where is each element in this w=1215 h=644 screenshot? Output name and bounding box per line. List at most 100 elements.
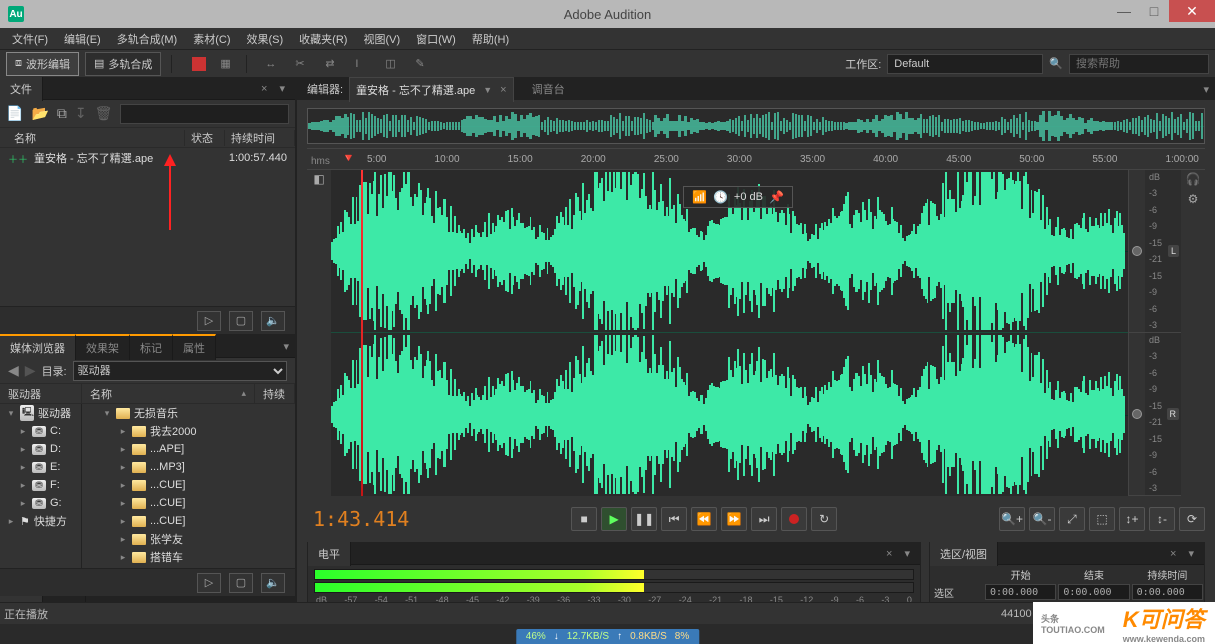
fastfwd-button[interactable]: ⏩	[721, 507, 747, 531]
close-file-icon[interactable]: ↧	[75, 105, 87, 122]
folder-row[interactable]: ▸...CUE]	[82, 494, 295, 512]
tab-properties[interactable]: 属性	[173, 334, 216, 360]
folder-row[interactable]: ▸...APE]	[82, 440, 295, 458]
waveform-canvas[interactable]: 📶 🕓 +0 dB 📌	[331, 170, 1129, 496]
overview-waveform[interactable]	[307, 108, 1205, 144]
settings-icon[interactable]: ⚙	[1188, 192, 1199, 206]
sel-start[interactable]: 0:00.000	[985, 584, 1056, 600]
close-button[interactable]: ✕	[1169, 0, 1215, 22]
tab-levels[interactable]: 电平	[308, 542, 351, 566]
folder-row[interactable]: ▸...CUE]	[82, 512, 295, 530]
menu-help[interactable]: 帮助(H)	[466, 29, 515, 49]
zoom-full-icon[interactable]: ⤢	[1059, 507, 1085, 531]
go-end-button[interactable]: ⏭	[751, 507, 777, 531]
folder-row[interactable]: ▸...CUE]	[82, 476, 295, 494]
panel-menu-icon[interactable]: ▾	[277, 340, 295, 353]
timecode[interactable]: 1:43.414	[307, 507, 409, 531]
files-tab[interactable]: 文件	[0, 77, 43, 101]
folder-row[interactable]: ▾无损音乐	[82, 404, 295, 422]
zoom-out-h-icon[interactable]: 🔍-	[1029, 507, 1055, 531]
file-row[interactable]: ＋＋ 童安格 - 忘不了精選.ape 1:00:57.440	[0, 148, 295, 168]
zoom-in-v-icon[interactable]: ↕+	[1119, 507, 1145, 531]
amp-knob[interactable]	[1132, 246, 1142, 256]
footer-play-button[interactable]: ▷	[197, 311, 221, 331]
favorites-row[interactable]: ▸⚑快捷方	[0, 512, 81, 530]
zoom-sel-icon[interactable]: ⬚	[1089, 507, 1115, 531]
headphones-icon[interactable]: 🎧	[1186, 172, 1201, 186]
menu-clip[interactable]: 素材(C)	[187, 29, 236, 49]
pause-button[interactable]: ❚❚	[631, 507, 657, 531]
tool-brush-icon[interactable]: ✎	[407, 53, 431, 75]
rewind-button[interactable]: ⏪	[691, 507, 717, 531]
col-name[interactable]: 名称	[8, 130, 185, 146]
col-state[interactable]: 状态	[185, 130, 225, 146]
tab-markers[interactable]: 标记	[130, 334, 173, 360]
col-drive[interactable]: 驱动器	[0, 384, 82, 404]
footer-play-button[interactable]: ▷	[197, 573, 221, 593]
files-filter-input[interactable]	[120, 104, 289, 124]
playhead-marker-icon[interactable]: 🔻	[341, 151, 356, 165]
tab-mixer[interactable]: 调音台	[522, 77, 575, 101]
menu-favorites[interactable]: 收藏夹(R)	[293, 29, 353, 49]
sel-dur[interactable]: 0:00.000	[1132, 584, 1203, 600]
channel-label-icon[interactable]: ◧	[313, 172, 324, 186]
path-select[interactable]: 驱动器	[73, 361, 287, 381]
nav-back-icon[interactable]: ◀	[8, 362, 19, 379]
menu-multitrack[interactable]: 多轨合成(M)	[111, 29, 184, 49]
menu-view[interactable]: 视图(V)	[357, 29, 406, 49]
amp-knob[interactable]	[1132, 409, 1142, 419]
tool-razor-icon[interactable]: ✂	[287, 53, 311, 75]
zoom-reset-icon[interactable]: ⟳	[1179, 507, 1205, 531]
panel-menu-icon[interactable]: ▾	[1182, 547, 1200, 560]
tool-move-icon[interactable]: ↔	[257, 53, 281, 75]
open-file-icon[interactable]: 📂	[31, 105, 48, 122]
menu-edit[interactable]: 编辑(E)	[58, 29, 107, 49]
import-icon[interactable]: ⧉	[57, 105, 67, 122]
drive-row[interactable]: ▸⛃F:	[0, 476, 81, 494]
panel-menu-icon[interactable]: ▾	[898, 547, 916, 560]
zoom-out-v-icon[interactable]: ↕-	[1149, 507, 1175, 531]
footer-autoplay-button[interactable]: 🔈	[261, 311, 285, 331]
close-tab-icon[interactable]: ×	[500, 84, 506, 96]
tool-marquee-icon[interactable]: ◫	[377, 53, 401, 75]
help-search-input[interactable]	[1069, 54, 1209, 74]
nav-fwd-icon[interactable]: ▶	[25, 362, 36, 379]
maximize-button[interactable]: □	[1139, 0, 1169, 22]
files-tab-close-icon[interactable]: ×	[255, 83, 273, 95]
record-button[interactable]	[781, 507, 807, 531]
sel-end[interactable]: 0:00.000	[1058, 584, 1129, 600]
new-file-icon[interactable]: 📄	[6, 105, 23, 122]
time-ruler[interactable]: hms 🔻 5:00 10:00 15:00 20:00 25:00 30:00…	[307, 148, 1205, 170]
stop-button[interactable]: ■	[571, 507, 597, 531]
playhead-line[interactable]	[361, 170, 363, 496]
col-duration[interactable]: 持续时间	[225, 130, 295, 146]
tab-close-icon[interactable]: ×	[1164, 548, 1182, 560]
col-name[interactable]: 名称▴	[82, 384, 255, 404]
workspace-select[interactable]	[887, 54, 1043, 74]
menu-effects[interactable]: 效果(S)	[241, 29, 290, 49]
waveform-editor-button[interactable]: ⧈ 波形编辑	[6, 52, 79, 76]
zoom-in-h-icon[interactable]: 🔍+	[999, 507, 1025, 531]
go-start-button[interactable]: ⏮	[661, 507, 687, 531]
drive-row[interactable]: ▸⛃C:	[0, 422, 81, 440]
tab-selection[interactable]: 选区/视图	[930, 542, 998, 566]
editor-file-tab[interactable]: 童安格 - 忘不了精選.ape ▼ ×	[349, 77, 514, 102]
folder-row[interactable]: ▸我去2000	[82, 422, 295, 440]
tab-effects-rack[interactable]: 效果架	[76, 334, 130, 360]
minimize-button[interactable]: —	[1109, 0, 1139, 22]
folder-row[interactable]: ▸搭错车	[82, 548, 295, 566]
tab-media-browser[interactable]: 媒体浏览器	[0, 334, 76, 360]
chevron-down-icon[interactable]: ▼	[483, 85, 492, 95]
footer-insert-button[interactable]: ▢	[229, 573, 253, 593]
trash-icon[interactable]: 🗑	[95, 105, 113, 122]
tool-time-icon[interactable]: I	[347, 53, 371, 75]
col-cont[interactable]: 持续	[255, 384, 295, 404]
hud-volume-icon[interactable]: 📶	[692, 190, 707, 204]
record-indicator-icon[interactable]	[192, 57, 206, 71]
menu-window[interactable]: 窗口(W)	[410, 29, 462, 49]
drive-row[interactable]: ▸⛃G:	[0, 494, 81, 512]
loop-button[interactable]: ↻	[811, 507, 837, 531]
folder-row[interactable]: ▸张学友	[82, 530, 295, 548]
drive-row[interactable]: ▸⛃E:	[0, 458, 81, 476]
menu-file[interactable]: 文件(F)	[6, 29, 54, 49]
